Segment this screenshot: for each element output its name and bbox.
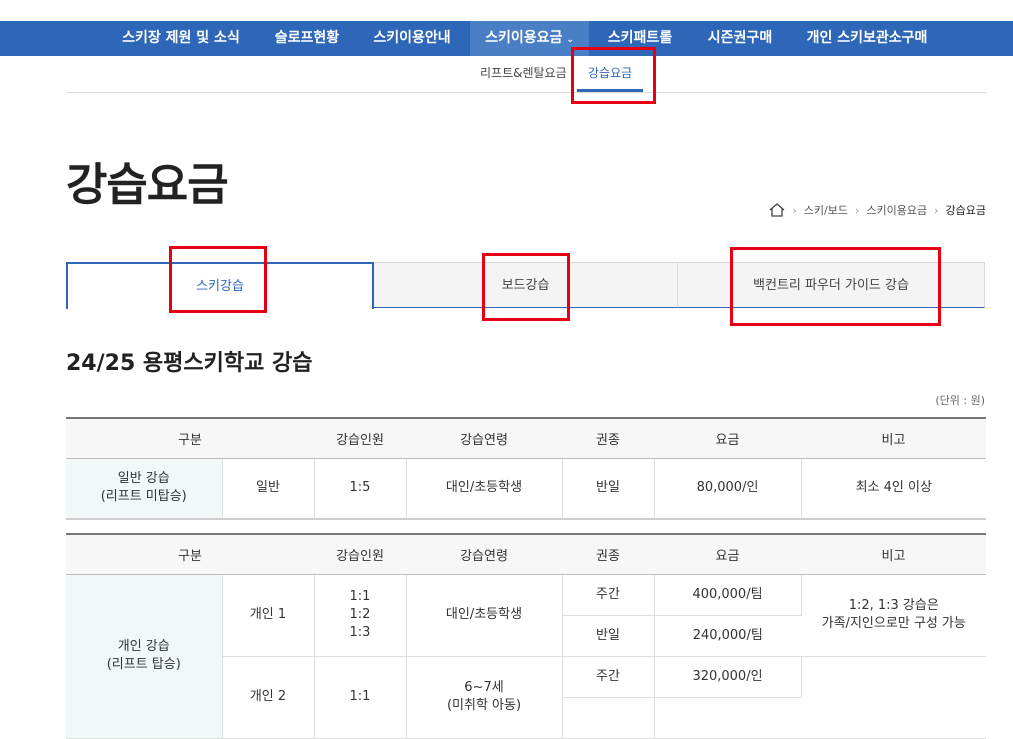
price-cell: 80,000/인 (654, 458, 802, 520)
lesson-table-private: 구분 강습인원 강습연령 권종 요금 비고 개인 강습 (리프트 탑승) 개인 1… (66, 533, 986, 739)
tab-board-lesson[interactable]: 보드강습 (374, 262, 678, 308)
nav-item-ski-news[interactable]: 스키장 제원 및 소식 (116, 21, 246, 56)
age-cell: 대인/초등학생 (406, 574, 563, 657)
header-cell: 비고 (801, 534, 986, 575)
home-icon[interactable] (769, 203, 785, 217)
note-line: 가족/지인으로만 구성 가능 (821, 616, 966, 631)
note-cell (801, 656, 986, 739)
category-line: (리프트 탑승) (106, 657, 181, 672)
category-line: 일반 강습 (117, 471, 170, 487)
people-line: 1:2 (349, 607, 371, 622)
header-cell: 권종 (562, 534, 654, 575)
sub-category-cell: 개인 2 (222, 656, 315, 739)
ticket-cell: 주간 (562, 574, 655, 616)
header-cell: 요금 (654, 534, 801, 575)
page-title: 강습요금 (66, 158, 229, 211)
category-cell: 일반 강습 (리프트 미탑승) (66, 458, 223, 520)
category-cell: 개인 강습 (리프트 탑승) (66, 574, 223, 739)
note-cell: 1:2, 1:3 강습은가족/지인으로만 구성 가능 (801, 574, 986, 657)
header-cell: 강습연령 (406, 534, 562, 575)
tab-label: 보드강습 (501, 278, 550, 293)
header-cell: 권종 (562, 418, 654, 459)
age-line: 6~7세 (464, 680, 504, 695)
table-row: 개인 강습 (리프트 탑승) 개인 1 1:1 1:2 1:3 대인/초등학생 주간 … (66, 574, 986, 739)
section-title: 24/25 용평스키학교 강습 (66, 351, 313, 376)
lesson-table-general: 구분 강습인원 강습연령 권종 요금 비고 일반 강습 (리프트 미탑승) 일반 … (66, 417, 986, 520)
ticket-cell: 주간 (562, 656, 655, 698)
nav-label: 스키장 제원 및 소식 (122, 30, 240, 46)
tab-label: 백컨트리 파우더 가이드 강습 (753, 278, 909, 293)
breadcrumb-item[interactable]: 스키이용요금 (866, 202, 927, 218)
table-header-row: 구분 강습인원 강습연령 권종 요금 비고 (66, 534, 986, 575)
unit-note: (단위 : 원) (935, 394, 985, 407)
chevron-right-icon: › (854, 203, 860, 217)
price-cell: 320,000/인 (654, 656, 802, 698)
people-cell: 1:1 1:2 1:3 (314, 574, 407, 657)
price-cell: 400,000/팀 (654, 574, 802, 616)
nav-label: 시즌권구매 (707, 30, 773, 46)
table-header-row: 구분 강습인원 강습연령 권종 요금 비고 (66, 418, 986, 459)
category-line: (리프트 미탑승) (100, 489, 187, 505)
age-cell: 대인/초등학생 (406, 458, 563, 520)
price-cell (654, 697, 801, 739)
ticket-cell (562, 697, 655, 739)
chevron-down-icon: ⌄ (566, 35, 574, 45)
header-cell: 구분 (66, 418, 314, 459)
people-line: 1:1 (349, 589, 371, 604)
price-cell: 240,000/팀 (654, 615, 801, 657)
nav-item-ski-locker[interactable]: 개인 스키보관소구매 (797, 21, 937, 56)
nav-label: 스키패트롤 (607, 30, 673, 46)
nav-label: 개인 스키보관소구매 (806, 30, 928, 46)
nav-item-ski-patrol[interactable]: 스키패트롤 (597, 21, 683, 56)
note-cell: 최소 4인 이상 (801, 458, 986, 520)
header-cell: 구분 (66, 534, 314, 575)
tab-backcountry-lesson[interactable]: 백컨트리 파우더 가이드 강습 (678, 262, 985, 308)
header-cell: 강습인원 (314, 534, 406, 575)
ticket-cell: 반일 (562, 458, 655, 520)
top-nav-bar: 스키장 제원 및 소식 슬로프현황 스키이용안내 스키이용요금 ⌄ 스키패트롤 시… (0, 21, 1013, 56)
nav-label: 스키이용요금 (485, 30, 563, 46)
breadcrumb-item[interactable]: 스키/보드 (804, 202, 848, 218)
breadcrumb-current: 강습요금 (945, 204, 986, 217)
nav-item-season-pass[interactable]: 시즌권구매 (697, 21, 783, 56)
tab-label: 스키강습 (196, 279, 244, 294)
people-cell: 1:1 (314, 656, 407, 739)
divider (66, 92, 986, 93)
chevron-right-icon: › (792, 203, 797, 217)
nav-label: 슬로프현황 (274, 30, 340, 46)
header-cell: 강습연령 (406, 418, 562, 459)
people-cell: 1:5 (314, 458, 407, 520)
tab-ski-lesson[interactable]: 스키강습 (66, 262, 374, 309)
breadcrumb: › 스키/보드 › 스키이용요금 › 강습요금 (769, 202, 986, 218)
people-line: 1:3 (349, 625, 371, 640)
age-line: (미취학 아동) (446, 698, 522, 713)
sub-category-cell: 개인 1 (222, 574, 315, 657)
nav-item-ski-fees[interactable]: 스키이용요금 ⌄ (470, 21, 589, 56)
sub-category-cell: 일반 (222, 458, 315, 520)
header-cell: 강습인원 (314, 418, 406, 459)
nav-item-ski-guide[interactable]: 스키이용안내 (362, 21, 462, 56)
age-cell: 6~7세 (미취학 아동) (406, 656, 563, 739)
subnav-lift-rental[interactable]: 리프트&렌탈요금 (480, 64, 567, 81)
chevron-right-icon: › (934, 203, 939, 217)
ticket-cell: 반일 (562, 615, 655, 657)
nav-item-slope-status[interactable]: 슬로프현황 (262, 21, 352, 56)
table-row: 일반 강습 (리프트 미탑승) 일반 1:5 대인/초등학생 반일 80,000/… (66, 458, 986, 520)
header-cell: 요금 (654, 418, 801, 459)
header-cell: 비고 (801, 418, 986, 459)
note-line: 1:2, 1:3 강습은 (848, 598, 939, 613)
category-line: 개인 강습 (117, 639, 170, 654)
nav-label: 스키이용안내 (373, 30, 451, 46)
subnav-lesson-fees[interactable]: 강습요금 (588, 64, 632, 81)
